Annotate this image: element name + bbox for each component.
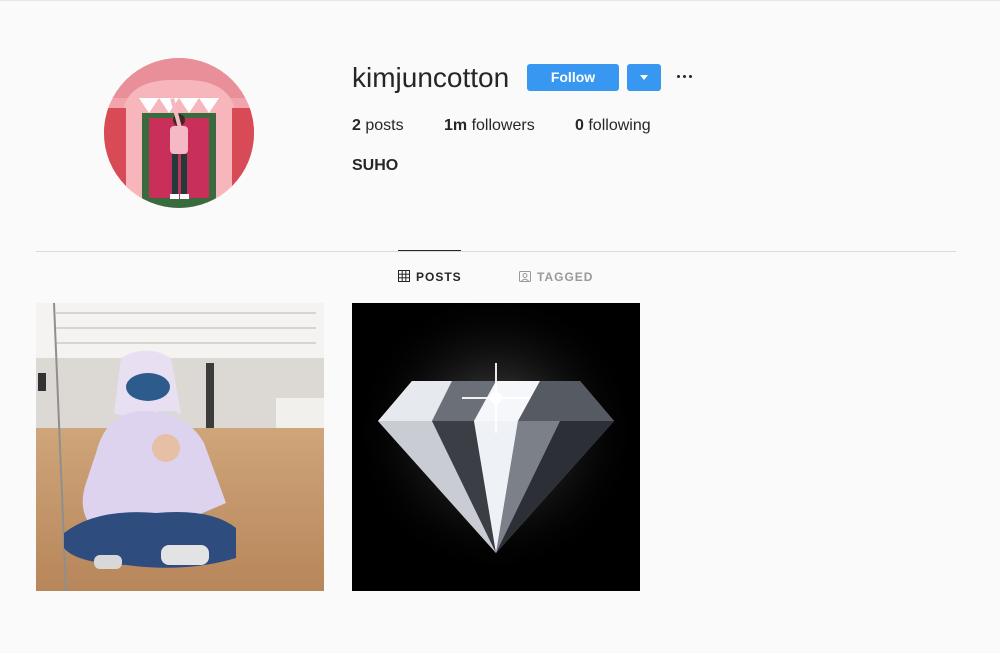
tab-posts-label: POSTS (416, 270, 462, 284)
profile-avatar[interactable] (104, 58, 254, 208)
followers-label: followers (471, 117, 535, 134)
followers-count-value: 1m (444, 117, 468, 134)
following-link[interactable]: 0 following (575, 116, 651, 136)
tag-icon (519, 270, 531, 285)
profile-full-name: SUHO (352, 157, 399, 174)
post-thumbnail-2[interactable] (352, 303, 640, 591)
active-tab-indicator (398, 250, 461, 251)
followers-link[interactable]: 1m followers (444, 116, 535, 136)
post-thumbnail-1[interactable] (36, 303, 324, 591)
grid-icon (398, 270, 410, 285)
follow-button[interactable]: Follow (527, 64, 619, 91)
suggested-dropdown-button[interactable] (627, 64, 661, 91)
tabs-divider (36, 251, 956, 252)
following-label: following (588, 117, 651, 134)
tab-posts[interactable]: POSTS (398, 270, 462, 286)
tab-tagged-label: TAGGED (537, 270, 594, 284)
profile-username: kimjuncotton (352, 62, 510, 93)
top-border (0, 0, 1000, 1)
following-count-value: 0 (575, 117, 584, 134)
chevron-down-icon (640, 75, 648, 80)
posts-count-value: 2 (352, 117, 361, 134)
more-options-button[interactable] (674, 66, 696, 86)
tab-tagged[interactable]: TAGGED (519, 270, 593, 286)
posts-count: 2 posts (352, 116, 404, 136)
posts-count-label: posts (365, 117, 404, 134)
